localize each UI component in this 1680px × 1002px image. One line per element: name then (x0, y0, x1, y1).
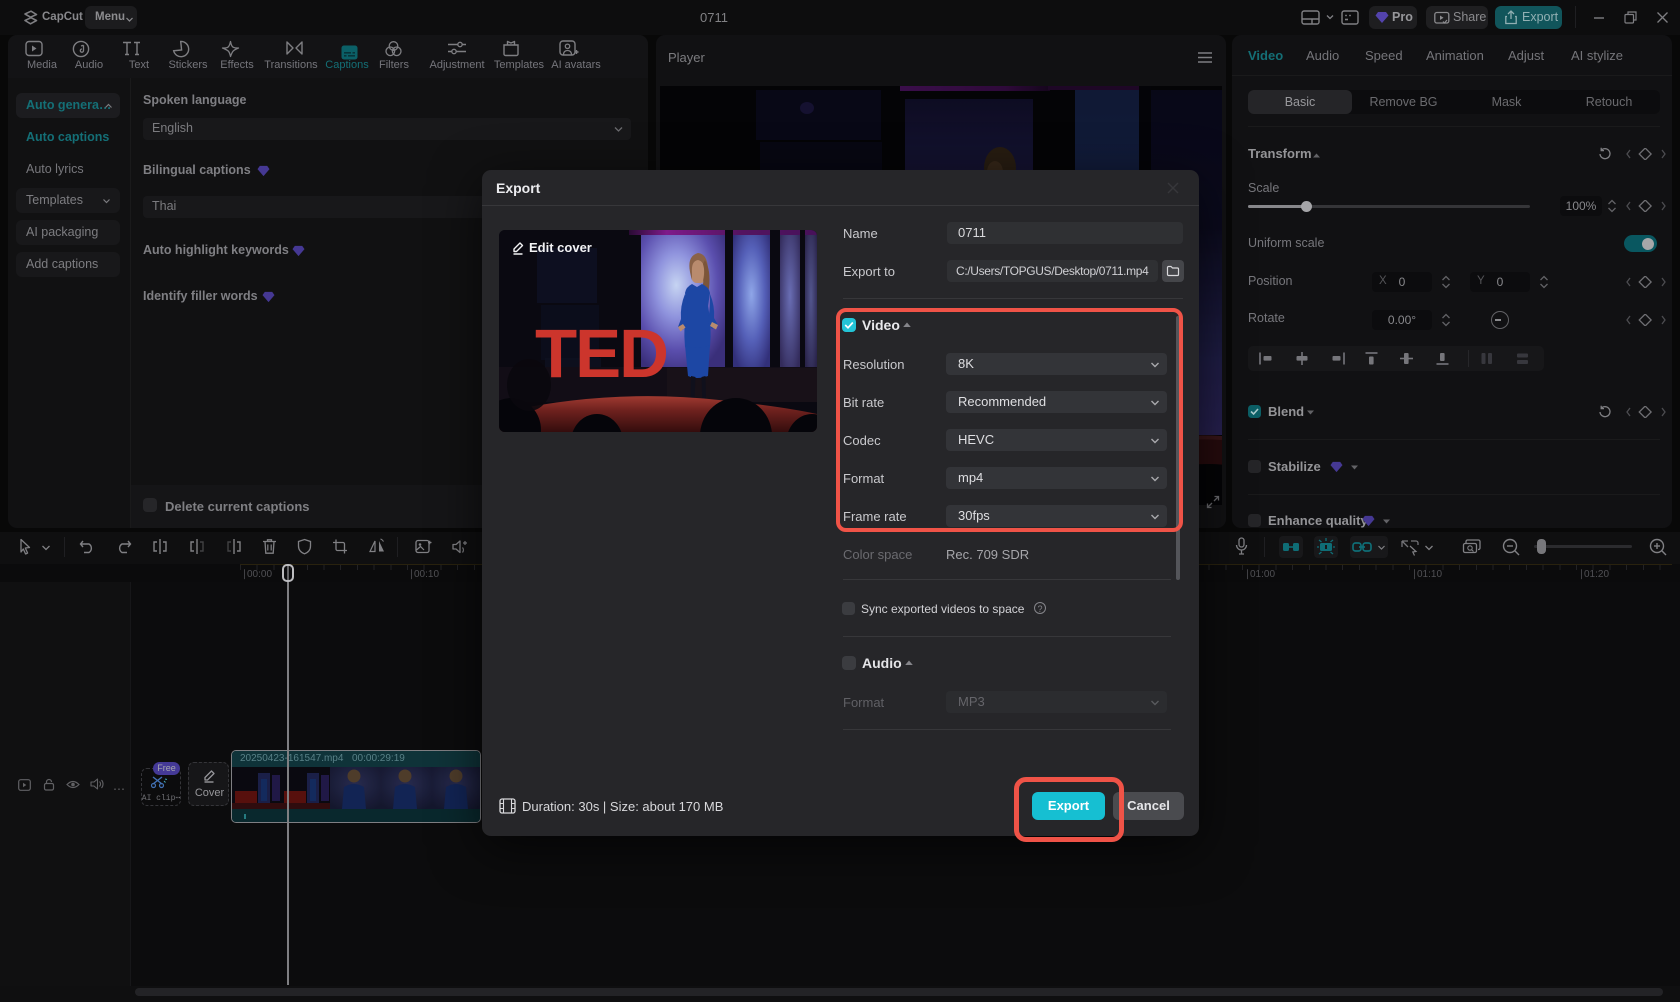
svg-text:TED: TED (535, 315, 667, 392)
